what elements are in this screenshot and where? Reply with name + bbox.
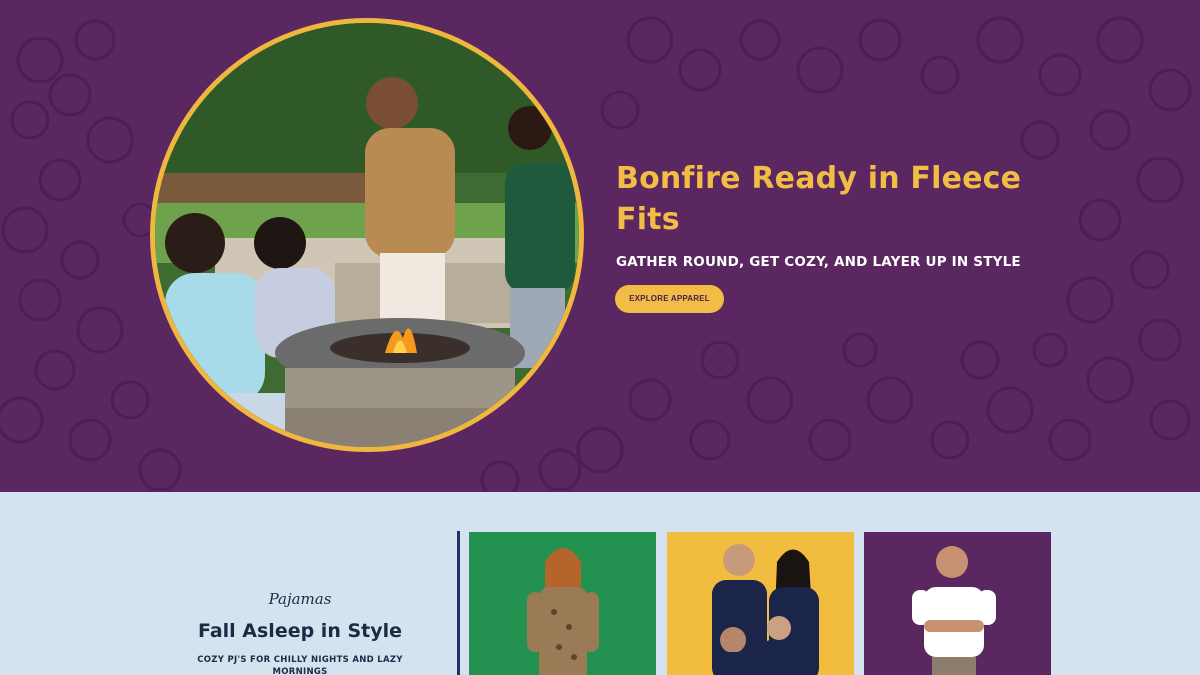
bonfire-family-photo (155, 23, 579, 447)
family-navy-pajamas-image (712, 544, 819, 675)
man-white-tee-image (912, 546, 996, 675)
hero-subtitle: GATHER ROUND, GET COZY, AND LAYER UP IN … (616, 254, 1021, 270)
product-card-purple[interactable] (864, 532, 1051, 675)
product-card-yellow[interactable] (667, 532, 854, 675)
category-title: Fall Asleep in Style (197, 620, 403, 642)
hero-banner: Bonfire Ready in Fleece Fits GATHER ROUN… (0, 0, 1200, 492)
woman-leopard-pajamas-image (527, 548, 599, 675)
section-divider (457, 531, 460, 675)
category-subtitle: COZY PJ'S FOR CHILLY NIGHTS AND LAZY MOR… (197, 655, 403, 675)
hero-title: Bonfire Ready in Fleece Fits (616, 161, 1022, 237)
category-eyebrow: Pajamas (268, 590, 332, 608)
pajamas-section: Pajamas Fall Asleep in Style COZY PJ'S F… (0, 492, 1200, 675)
product-card-green[interactable] (469, 532, 656, 675)
explore-apparel-button[interactable]: EXPLORE APPAREL (615, 285, 724, 313)
